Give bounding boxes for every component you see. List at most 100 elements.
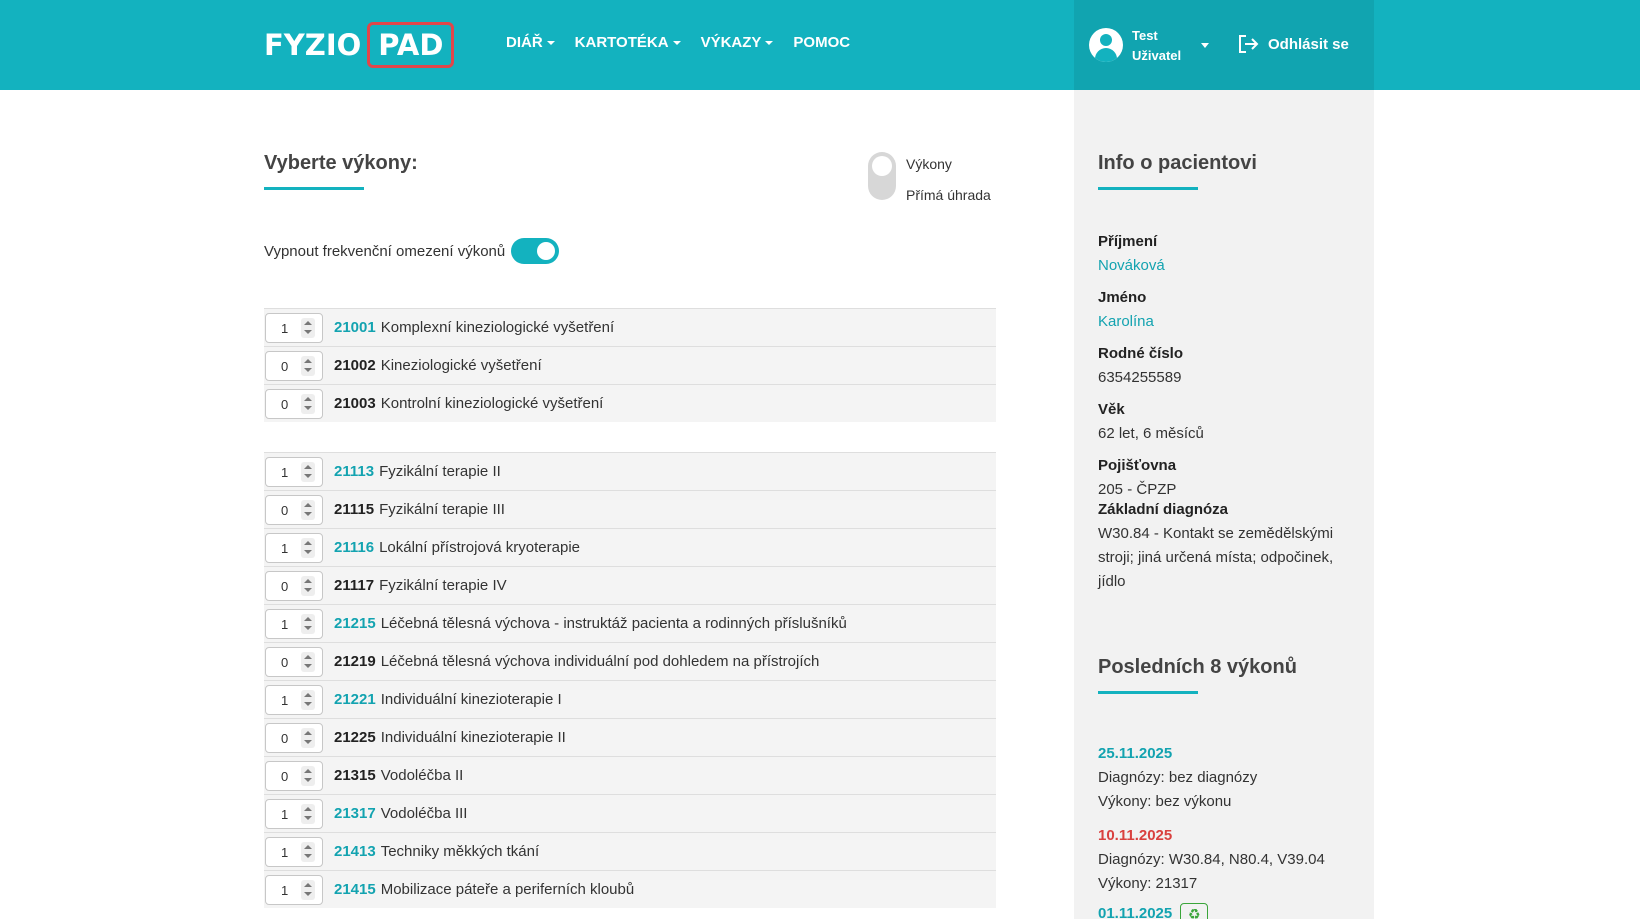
spinner-icon[interactable] [301,803,315,824]
field-value[interactable]: Nováková [1098,254,1360,278]
nav-vykazy[interactable]: VÝKAZY [701,34,774,51]
procedure-code[interactable]: 21003 [334,395,376,412]
chevron-up-icon[interactable] [304,882,312,887]
quantity-stepper[interactable]: 1 [265,456,323,487]
procedure-code[interactable]: 21117 [334,577,374,594]
quantity-stepper[interactable]: 0 [265,570,323,601]
chevron-down-icon[interactable] [304,777,312,782]
chevron-up-icon[interactable] [304,844,312,849]
procedure-code[interactable]: 21002 [334,357,376,374]
quantity-stepper[interactable]: 1 [265,312,323,343]
quantity-value[interactable]: 0 [281,769,288,784]
quantity-stepper[interactable]: 1 [265,836,323,867]
nav-pomoc[interactable]: POMOC [793,34,850,51]
chevron-up-icon[interactable] [304,320,312,325]
recycle-icon[interactable]: ♻ [1180,903,1209,919]
quantity-stepper[interactable]: 1 [265,532,323,563]
quantity-stepper[interactable]: 1 [265,798,323,829]
procedure-code[interactable]: 21225 [334,729,376,746]
chevron-up-icon[interactable] [304,502,312,507]
quantity-value[interactable]: 0 [281,359,288,374]
chevron-down-icon[interactable] [304,815,312,820]
procedure-code[interactable]: 21317 [334,805,376,822]
visit-date-text[interactable]: 10.11.2025 [1098,827,1172,844]
quantity-stepper[interactable]: 0 [265,760,323,791]
chevron-up-icon[interactable] [304,768,312,773]
chevron-up-icon[interactable] [304,654,312,659]
chevron-up-icon[interactable] [304,806,312,811]
chevron-down-icon[interactable] [304,511,312,516]
spinner-icon[interactable] [301,651,315,672]
procedure-code[interactable]: 21413 [334,843,376,860]
quantity-value[interactable]: 1 [281,693,288,708]
quantity-stepper[interactable]: 0 [265,722,323,753]
spinner-icon[interactable] [301,841,315,862]
quantity-value[interactable]: 1 [281,541,288,556]
quantity-stepper[interactable]: 1 [265,684,323,715]
procedure-code[interactable]: 21415 [334,881,376,898]
mode-option-vykony[interactable]: Výkony [906,156,952,172]
chevron-up-icon[interactable] [304,540,312,545]
nav-diar[interactable]: DIÁŘ [506,34,555,51]
quantity-value[interactable]: 0 [281,579,288,594]
chevron-down-icon[interactable] [1201,43,1209,48]
chevron-up-icon[interactable] [304,730,312,735]
mode-option-prima-uhrada[interactable]: Přímá úhrada [906,187,991,203]
spinner-icon[interactable] [301,727,315,748]
quantity-value[interactable]: 1 [281,465,288,480]
quantity-value[interactable]: 0 [281,731,288,746]
procedure-code[interactable]: 21219 [334,653,376,670]
spinner-icon[interactable] [301,575,315,596]
quantity-value[interactable]: 0 [281,503,288,518]
quantity-stepper[interactable]: 0 [265,388,323,419]
visit-date-text[interactable]: 25.11.2025 [1098,745,1172,762]
spinner-icon[interactable] [301,461,315,482]
chevron-down-icon[interactable] [304,587,312,592]
procedure-code[interactable]: 21113 [334,463,374,480]
quantity-value[interactable]: 1 [281,883,288,898]
quantity-stepper[interactable]: 0 [265,494,323,525]
chevron-up-icon[interactable] [304,396,312,401]
mode-toggle[interactable] [868,152,896,200]
chevron-up-icon[interactable] [304,358,312,363]
chevron-down-icon[interactable] [304,405,312,410]
spinner-icon[interactable] [301,499,315,520]
spinner-icon[interactable] [301,613,315,634]
chevron-down-icon[interactable] [304,701,312,706]
procedure-code[interactable]: 21115 [334,501,374,518]
chevron-down-icon[interactable] [304,891,312,896]
chevron-down-icon[interactable] [304,473,312,478]
quantity-value[interactable]: 0 [281,655,288,670]
quantity-value[interactable]: 0 [281,397,288,412]
spinner-icon[interactable] [301,537,315,558]
logout-button[interactable]: Odhlásit se [1238,34,1349,54]
visit-date[interactable]: 01.11.2025 ♻ [1098,902,1360,919]
procedure-code[interactable]: 21221 [334,691,376,708]
chevron-down-icon[interactable] [304,739,312,744]
spinner-icon[interactable] [301,765,315,786]
procedure-code[interactable]: 21315 [334,767,376,784]
chevron-down-icon[interactable] [304,663,312,668]
frequency-limit-toggle[interactable] [511,238,560,264]
quantity-stepper[interactable]: 1 [265,608,323,639]
user-menu[interactable]: Test Uživatel Odhlásit se [1074,0,1374,90]
procedure-code[interactable]: 21001 [334,319,376,336]
spinner-icon[interactable] [301,689,315,710]
chevron-up-icon[interactable] [304,692,312,697]
spinner-icon[interactable] [301,355,315,376]
quantity-value[interactable]: 1 [281,617,288,632]
chevron-down-icon[interactable] [304,625,312,630]
chevron-down-icon[interactable] [304,549,312,554]
chevron-down-icon[interactable] [304,853,312,858]
spinner-icon[interactable] [301,317,315,338]
visit-date-text[interactable]: 01.11.2025 [1098,905,1172,919]
chevron-down-icon[interactable] [304,367,312,372]
spinner-icon[interactable] [301,879,315,900]
nav-kartoteka[interactable]: KARTOTÉKA [575,34,681,51]
quantity-stepper[interactable]: 0 [265,646,323,677]
visit-date[interactable]: 10.11.2025 [1098,824,1360,848]
quantity-value[interactable]: 1 [281,321,288,336]
procedure-code[interactable]: 21116 [334,539,374,556]
procedure-code[interactable]: 21215 [334,615,376,632]
quantity-value[interactable]: 1 [281,845,288,860]
